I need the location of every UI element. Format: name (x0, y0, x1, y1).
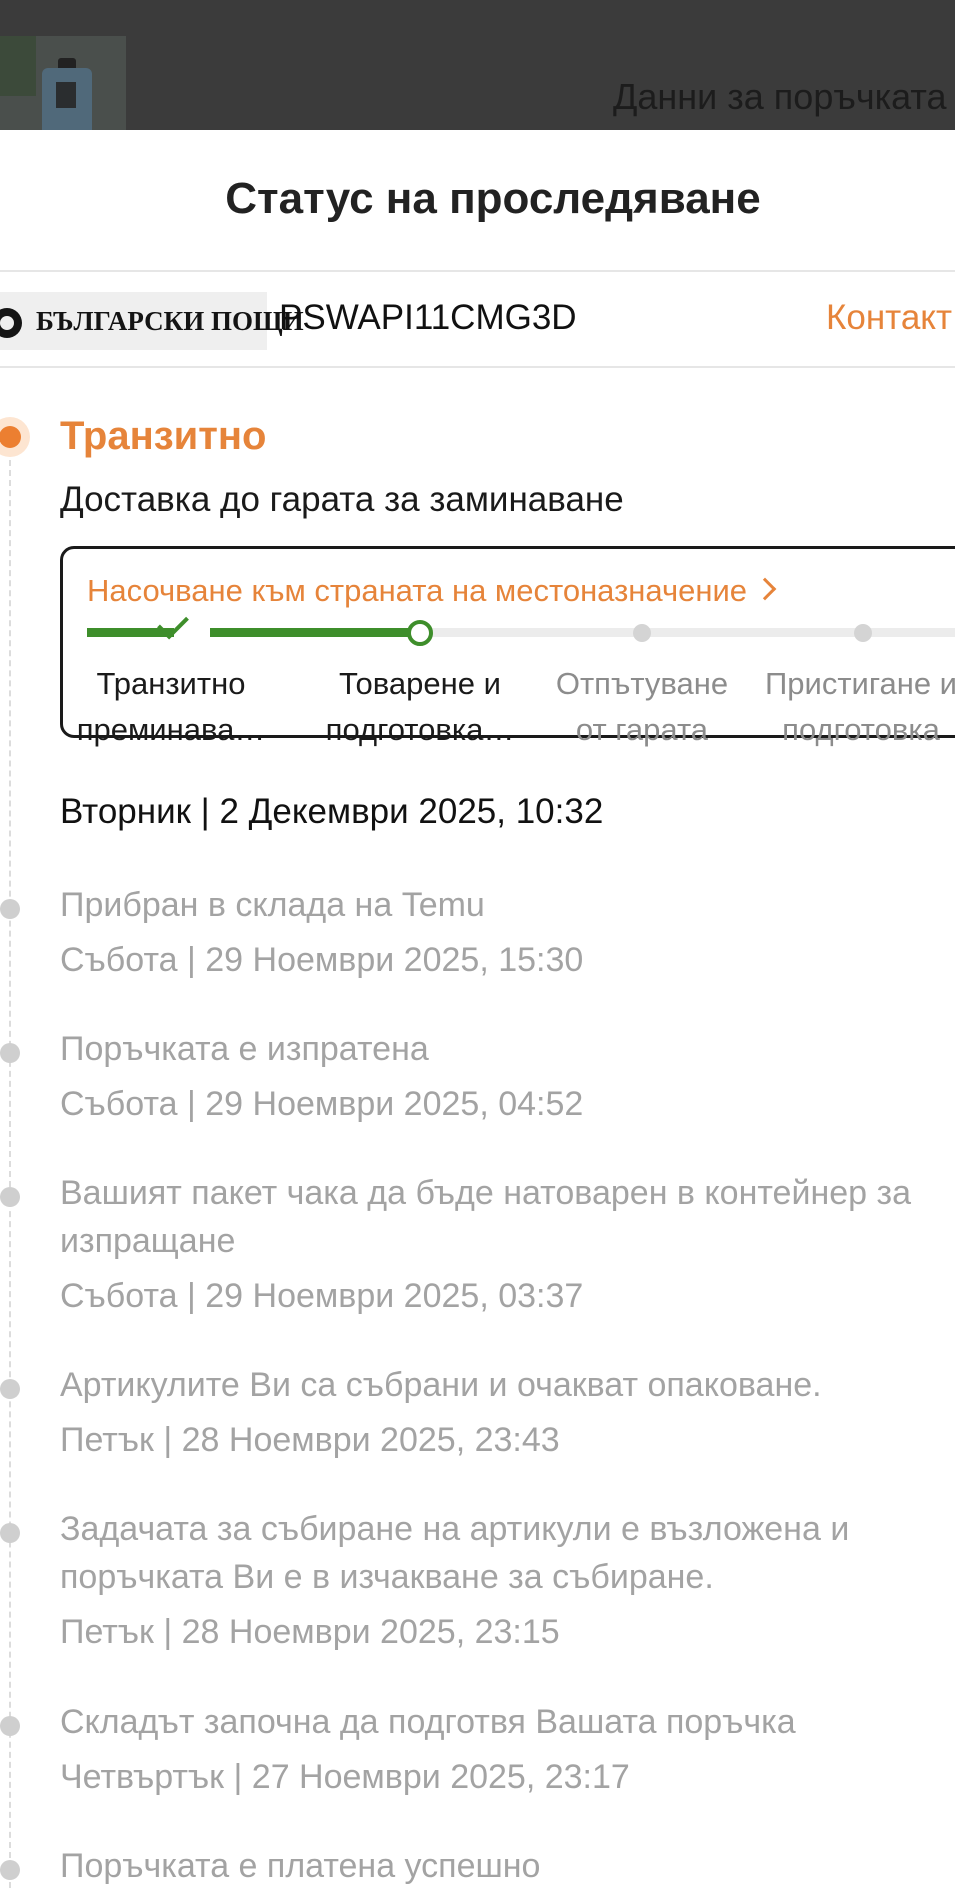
timeline-line (9, 440, 11, 1888)
event-dot (0, 1379, 20, 1399)
event-title: Артикулите Ви са събрани и очакват опако… (60, 1366, 822, 1404)
step-line1: Товарене и (339, 666, 501, 701)
list-item: Прибран в склада на Temu Събота | 29 Ное… (60, 881, 955, 984)
divider (0, 366, 955, 368)
event-date: Петък | 28 Ноември 2025, 23:43 (60, 1421, 560, 1459)
sheet-title: Статус на проследяване (225, 174, 761, 223)
event-dot (0, 1716, 20, 1736)
product-thumbnail[interactable] (0, 36, 126, 130)
event-dot (0, 1187, 20, 1207)
destination-routing-label: Насочване към страната на местоназначени… (87, 573, 748, 608)
tracking-status-sheet: Статус на проследяване БЪЛГАРСКИ ПОЩИ PS… (0, 130, 955, 1888)
event-title: Прибран в склада на Temu (60, 886, 485, 924)
progress-fill (87, 628, 417, 637)
event-date: Петък | 28 Ноември 2025, 23:15 (60, 1613, 560, 1651)
current-status-subtitle: Доставка до гарата за заминаване (60, 480, 624, 519)
event-dot (0, 1043, 20, 1063)
progress-card[interactable]: Насочване към страната на местоназначени… (60, 546, 955, 747)
event-title: Вашият пакет чака да бъде натоварен в ко… (60, 1174, 911, 1260)
event-date: Събота | 29 Ноември 2025, 03:37 (60, 1277, 584, 1315)
event-title: Поръчката е изпратена (60, 1030, 429, 1068)
current-status-title: Транзитно (60, 414, 267, 458)
list-item: Вашият пакет чака да бъде натоварен в ко… (60, 1169, 955, 1320)
chevron-right-icon (753, 577, 777, 601)
current-status-dot (0, 417, 30, 457)
event-dot (0, 1860, 20, 1880)
current-status-date: Вторник | 2 Декември 2025, 10:32 (60, 792, 604, 831)
step-line1: Отпътуване (555, 666, 729, 701)
contact-carrier-link[interactable]: Контакт (826, 298, 952, 338)
thumbnail-label (56, 82, 76, 108)
event-date: Събота | 29 Ноември 2025, 04:52 (60, 1085, 584, 1123)
step-line2: преминава… (76, 712, 266, 747)
list-item: Поръчката е изпратена Събота | 29 Ноемвр… (60, 1025, 955, 1128)
event-title: Задачата за събиране на артикули е възло… (60, 1510, 850, 1596)
tracking-number[interactable]: PSWAPI11CMG3D (279, 298, 577, 338)
event-date: Четвъртък | 27 Ноември 2025, 23:17 (60, 1758, 630, 1796)
thumbnail-sprayer (42, 68, 92, 130)
step-line2: подготовка… (325, 712, 515, 747)
background-page: Данни за поръчката (0, 0, 955, 130)
lion-emblem-icon (0, 308, 22, 338)
event-date: Събота | 29 Ноември 2025, 15:30 (60, 941, 584, 979)
list-item: Складът започна да подготвя Вашата поръч… (60, 1698, 955, 1801)
event-dot (0, 1523, 20, 1543)
pending-step-dot (854, 624, 872, 642)
progress-step: Товарене и подготовка… (315, 661, 525, 753)
event-title: Складът започна да подготвя Вашата поръч… (60, 1703, 796, 1741)
list-item: Задачата за събиране на артикули е възло… (60, 1505, 955, 1656)
step-line1: Пристигане и (764, 666, 955, 701)
progress-step: Отпътуване от гарата (537, 661, 747, 753)
list-item: Поръчката е платена успешно (60, 1842, 955, 1890)
thumbnail-foliage (0, 36, 36, 96)
order-details-heading: Данни за поръчката (613, 76, 947, 117)
step-line2: от гарата (575, 712, 709, 747)
event-dot (0, 899, 20, 919)
list-item: Артикулите Ви са събрани и очакват опако… (60, 1361, 955, 1464)
pending-step-dot (633, 624, 651, 642)
destination-routing-link[interactable]: Насочване към страната на местоназначени… (87, 573, 777, 609)
carrier-name: БЪЛГАРСКИ ПОЩИ (36, 306, 304, 336)
current-step-ring-icon (407, 620, 433, 646)
progress-step: Пристигане и подготовка (756, 661, 955, 753)
carrier-logo: БЪЛГАРСКИ ПОЩИ (0, 292, 304, 350)
step-line1: Транзитно (96, 666, 246, 701)
divider (0, 270, 955, 272)
progress-step: Транзитно преминава… (66, 661, 276, 753)
event-title: Поръчката е платена успешно (60, 1847, 541, 1885)
progress-track (87, 624, 955, 641)
step-line2: подготовка (782, 712, 940, 747)
